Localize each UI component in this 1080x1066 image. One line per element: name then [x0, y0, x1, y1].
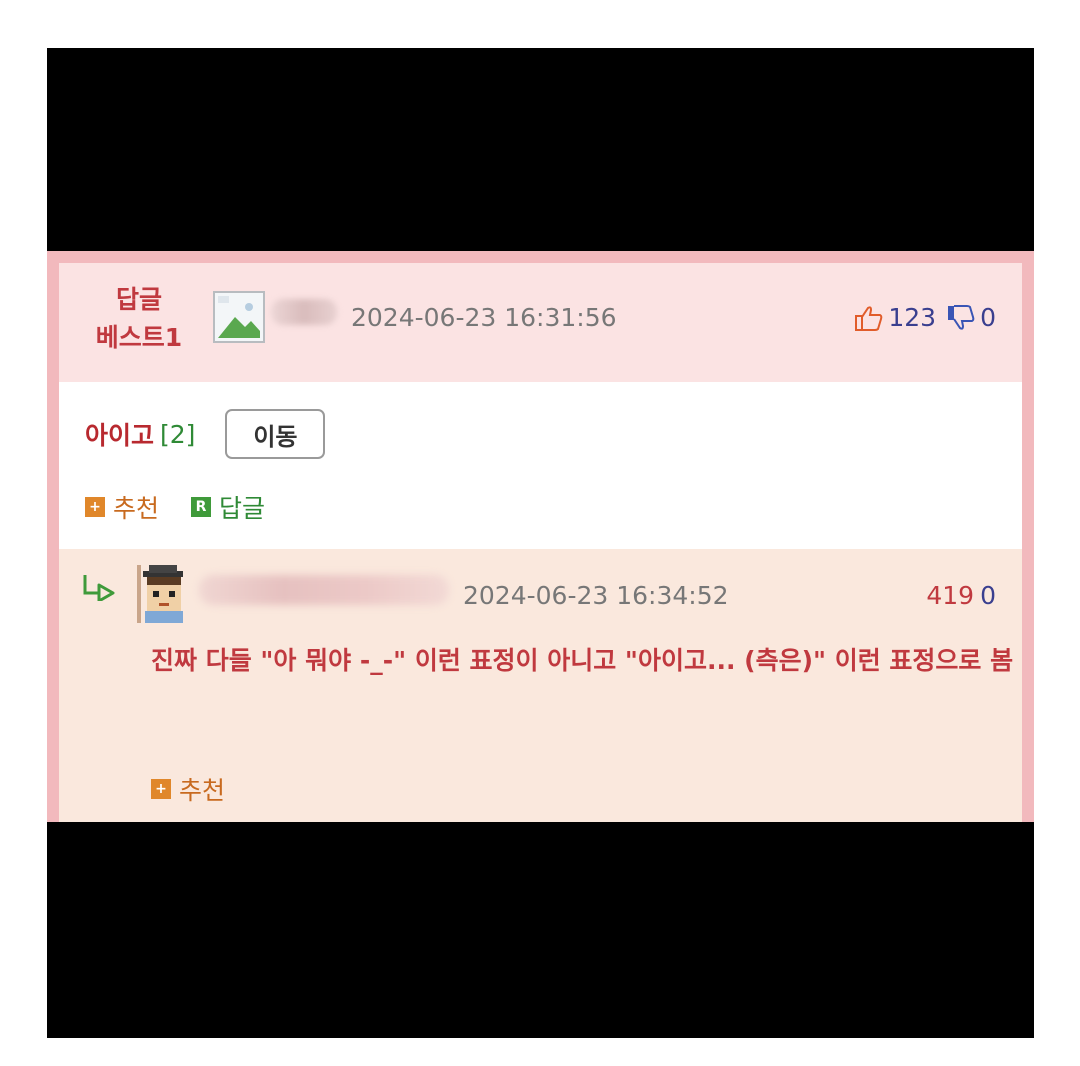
recommend-label: 추천	[179, 776, 226, 805]
badge-line-2: 베스트1	[95, 323, 183, 352]
upvote-count: 123	[888, 303, 937, 332]
reply-downvote-count: 0	[980, 581, 996, 610]
reply-count[interactable]: [2]	[160, 420, 195, 449]
reply-actions: + 추천	[151, 771, 225, 807]
nested-reply: 2024-06-23 16:34:52 419 0 진짜 다들 "아 뭐야 -_-…	[59, 549, 1022, 822]
recommend-button[interactable]: + 추천	[85, 489, 159, 525]
comment-text: 아이고	[85, 421, 155, 450]
reply-votes: 419 0	[926, 579, 996, 613]
blurred-username	[199, 575, 449, 605]
comment-board: 답글 베스트1 2024-06-23 16:31:56 123 0 아이고 [2…	[47, 251, 1034, 822]
reply-text: 진짜 다들 "아 뭐야 -_-" 이런 표정이 아니고 "아이고... (측은)…	[151, 646, 1014, 675]
reply-label: 답글	[219, 494, 266, 523]
reply-arrow-icon	[81, 573, 117, 601]
broken-image-icon	[213, 291, 265, 343]
downvote-count: 0	[980, 303, 996, 332]
plus-icon: +	[85, 497, 105, 517]
best-comment-header: 답글 베스트1 2024-06-23 16:31:56 123 0	[59, 263, 1022, 382]
comment-votes: 123 0	[854, 301, 996, 335]
blurred-username	[271, 299, 337, 325]
badge-line-1: 답글	[115, 285, 162, 314]
thumbs-up-icon[interactable]	[854, 304, 884, 332]
comment-panel: 답글 베스트1 2024-06-23 16:31:56 123 0 아이고 [2…	[59, 263, 1022, 822]
comment-title-row: 아이고 [2] 이동	[85, 409, 326, 459]
thumbs-down-icon[interactable]	[946, 304, 976, 332]
reply-r-icon: R	[191, 497, 212, 517]
plus-icon: +	[151, 779, 171, 799]
comment-actions: + 추천 R 답글	[85, 489, 265, 525]
best-reply-badge: 답글 베스트1	[85, 281, 193, 357]
reply-button[interactable]: R 답글	[191, 489, 265, 525]
reply-upvote-count: 419	[926, 581, 975, 610]
comment-timestamp: 2024-06-23 16:31:56	[351, 303, 617, 332]
recommend-label: 추천	[113, 494, 160, 523]
reply-timestamp: 2024-06-23 16:34:52	[463, 581, 729, 610]
reply-recommend-button[interactable]: + 추천	[151, 771, 225, 807]
user-avatar-icon	[133, 565, 191, 623]
move-button[interactable]: 이동	[225, 409, 326, 459]
